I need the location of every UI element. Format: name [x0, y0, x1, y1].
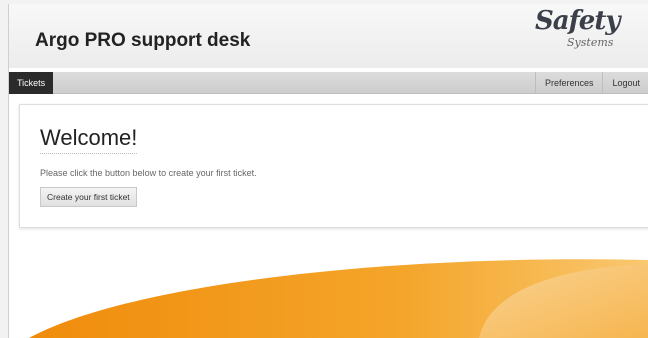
app-title: Argo PRO support desk	[35, 30, 251, 51]
orange-swoosh-decoration	[29, 259, 648, 338]
preferences-link[interactable]: Preferences	[534, 72, 603, 94]
create-ticket-button[interactable]: Create your first ticket	[40, 187, 137, 207]
tab-tickets[interactable]: Tickets	[9, 72, 54, 94]
logo-subtext: Systems	[567, 36, 614, 49]
welcome-panel: Welcome! Please click the button below t…	[19, 104, 648, 228]
logout-link[interactable]: Logout	[602, 72, 648, 94]
navbar: Tickets Preferences Logout	[9, 72, 648, 94]
header: Argo PRO support desk Safety Systems	[9, 4, 648, 68]
nav-right: Preferences Logout	[534, 72, 648, 94]
app-window: Argo PRO support desk Safety Systems Tic…	[8, 4, 648, 338]
welcome-heading: Welcome!	[40, 125, 138, 154]
instruction-text: Please click the button below to create …	[40, 168, 257, 178]
logo-text: Safety	[535, 6, 620, 36]
safety-systems-logo: Safety Systems	[527, 6, 637, 62]
